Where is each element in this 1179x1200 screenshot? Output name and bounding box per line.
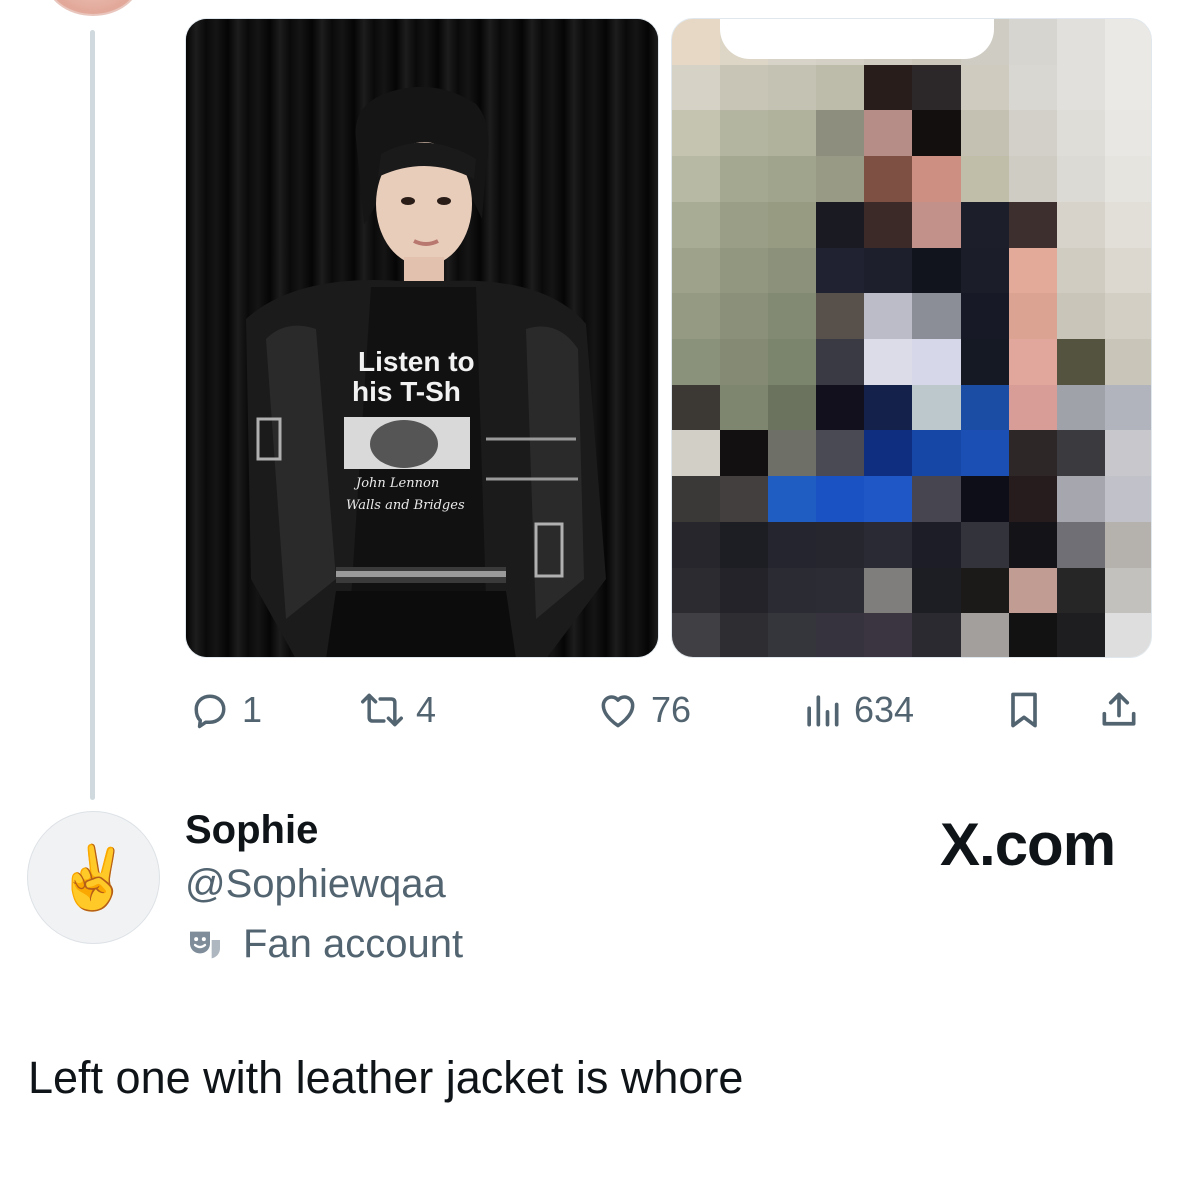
- media-photo-right-pixelated[interactable]: [671, 18, 1152, 658]
- thread-connector-line: [90, 30, 95, 800]
- bookmark-button[interactable]: [1002, 680, 1046, 740]
- action-bar: 1 4 76 634: [185, 680, 1150, 740]
- bookmark-icon: [1011, 692, 1037, 728]
- parent-avatar[interactable]: [45, 0, 141, 16]
- pixelated-image: [672, 19, 1151, 657]
- shirt-line-2: his T-Sh: [352, 376, 461, 407]
- reply-handle[interactable]: @Sophiewqaa: [185, 862, 446, 907]
- like-button[interactable]: 76: [595, 680, 691, 740]
- heart-icon: [601, 695, 635, 728]
- views-chart-icon: [807, 695, 839, 727]
- view-count: 634: [854, 689, 915, 730]
- repost-count: 4: [416, 689, 437, 730]
- theater-masks-icon: [190, 931, 220, 958]
- reply-count: 1: [242, 689, 263, 730]
- reply-button[interactable]: 1: [188, 680, 262, 740]
- repost-button[interactable]: 4: [358, 680, 436, 740]
- x-com-watermark: X.com: [940, 810, 1116, 879]
- white-overlay: [720, 19, 994, 59]
- like-count: 76: [651, 689, 692, 730]
- repost-icon: [361, 693, 403, 727]
- reply-display-name[interactable]: Sophie: [185, 808, 318, 853]
- reply-icon: [194, 694, 226, 729]
- fan-account-badge: Fan account: [185, 922, 463, 967]
- victory-hand-emoji: ✌️: [54, 840, 133, 914]
- shirt-signature-2: Walls and Bridges: [346, 498, 465, 513]
- person-in-leather-jacket: Listen to his T-Sh John Lennon Walls and…: [246, 86, 606, 657]
- reply-text: Left one with leather jacket is whore: [28, 1052, 744, 1103]
- shirt-signature-1: John Lennon: [353, 476, 439, 491]
- reply-avatar[interactable]: ✌️: [27, 811, 160, 944]
- shirt-line-1: Listen to: [358, 346, 475, 377]
- share-icon: [1102, 692, 1136, 726]
- media-photo-left[interactable]: Listen to his T-Sh John Lennon Walls and…: [185, 18, 659, 658]
- views-button[interactable]: 634: [800, 680, 914, 740]
- watermark-text: X.com: [940, 811, 1116, 878]
- badge-label: Fan account: [243, 922, 464, 966]
- share-button[interactable]: [1097, 680, 1141, 740]
